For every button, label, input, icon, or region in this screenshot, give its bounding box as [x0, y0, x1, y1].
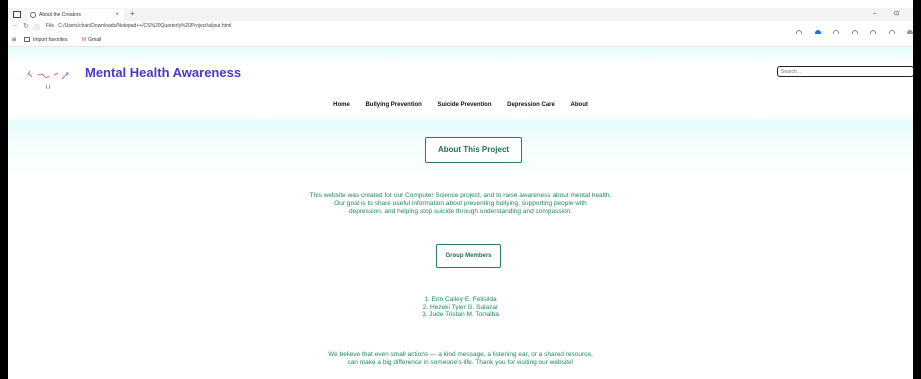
toolbar-icons — [788, 23, 913, 36]
window-menu-icon[interactable] — [13, 11, 21, 18]
tab-bar: About the Creators × + – ⊡ — [8, 8, 913, 21]
favorite-gmail-label: Gmail — [88, 37, 102, 43]
tab-title: About the Creators — [39, 12, 81, 18]
nav-depression-care[interactable]: Depression Care — [507, 102, 555, 108]
new-tab-button[interactable]: + — [130, 8, 135, 20]
back-icon[interactable]: ← — [12, 22, 19, 29]
about-project-heading: About This Project — [425, 137, 522, 163]
browser-tab[interactable]: About the Creators × — [28, 9, 124, 21]
intro-line: Our goal is to share useful information … — [334, 200, 587, 207]
tab-close-icon[interactable]: × — [115, 9, 119, 21]
info-icon[interactable]: ⓘ — [34, 23, 40, 32]
refresh-icon[interactable]: ↻ — [23, 22, 29, 30]
favorite-import[interactable]: Import favorites — [24, 37, 67, 43]
favorite-gmail[interactable]: M Gmail — [82, 37, 101, 43]
intro-line: This website was created for our Compute… — [309, 192, 612, 199]
address-bar: ← ↻ ⓘ File C:/Users/chan/Downloads/Notep… — [8, 21, 913, 36]
gmail-icon: M — [82, 37, 87, 43]
favorites-bar-menu-icon[interactable]: ⊞ — [12, 37, 16, 43]
url-field[interactable]: File C:/Users/chan/Downloads/Notepad++/C… — [46, 23, 231, 29]
web-page: Mental Health Awareness Home Bullying Pr… — [8, 47, 914, 379]
folder-icon — [24, 37, 30, 42]
main-nav: Home Bullying Prevention Suicide Prevent… — [8, 102, 913, 108]
nav-about[interactable]: About — [571, 102, 588, 108]
favorites-bar: ⊞ Import favorites M Gmail — [8, 34, 913, 47]
intro-line: depression, and helping stop suicide thr… — [349, 208, 572, 215]
favorite-import-label: Import favorites — [33, 37, 68, 43]
member-item: 1. Erin Cailey E. Felisilda — [424, 296, 497, 303]
closing-line: We believe that even small actions — a k… — [328, 351, 593, 358]
window-controls[interactable]: – ⊡ — [873, 8, 907, 20]
search-input[interactable] — [777, 66, 914, 77]
intro-paragraph: This website was created for our Compute… — [8, 192, 913, 216]
closing-paragraph: We believe that even small actions — a k… — [8, 351, 913, 367]
url-prefix: File — [46, 23, 55, 29]
member-item: 3. Jude Tristan M. Torralba — [422, 311, 499, 318]
page-favicon-icon — [30, 12, 36, 18]
closing-line: can make a big difference in someone's l… — [347, 359, 574, 366]
group-members-heading: Group Members — [436, 244, 501, 268]
site-title: Mental Health Awareness — [85, 65, 242, 80]
nav-suicide-prevention[interactable]: Suicide Prevention — [437, 102, 491, 108]
awareness-ribbon-logo-icon — [27, 70, 69, 90]
member-item: 2. Hezeki Tyler G. Salazar — [422, 303, 499, 311]
url-text: C:/Users/chan/Downloads/Notepad++/CS%20Q… — [58, 23, 232, 29]
nav-home[interactable]: Home — [333, 102, 350, 108]
nav-bullying-prevention[interactable]: Bullying Prevention — [365, 102, 421, 108]
members-list: 1. Erin Cailey E. Felisilda 2. Hezeki Ty… — [8, 296, 913, 319]
